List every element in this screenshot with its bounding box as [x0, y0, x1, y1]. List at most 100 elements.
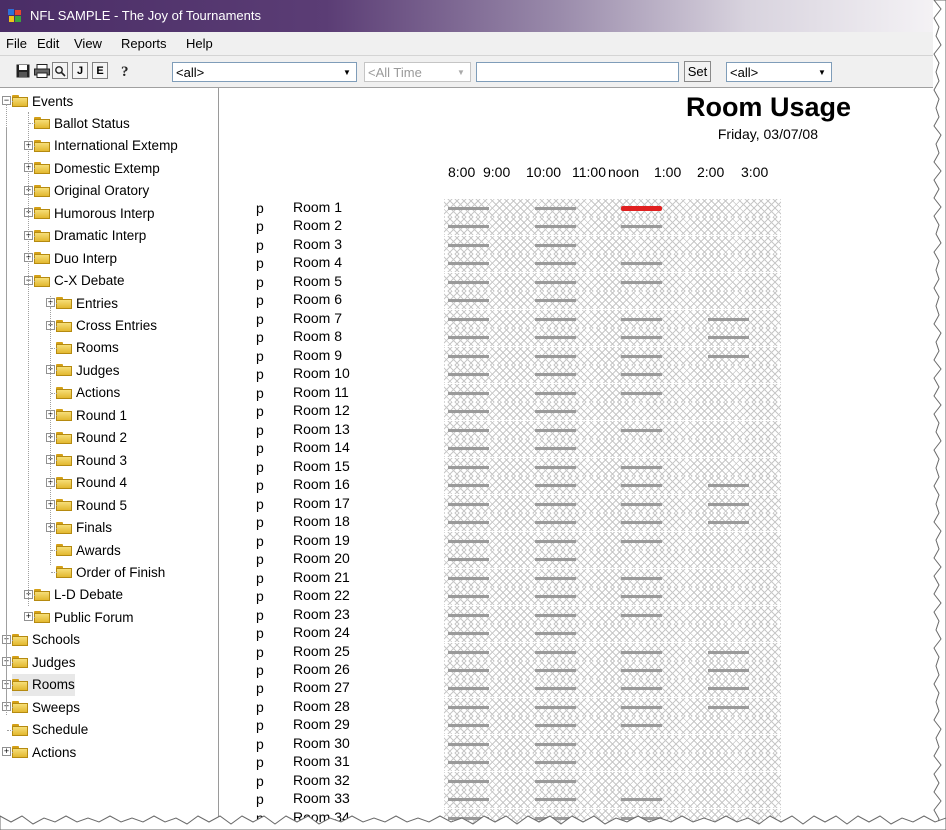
room-row[interactable]: p Room 16: [219, 476, 933, 495]
room-row[interactable]: p Room 14: [219, 439, 933, 458]
room-row[interactable]: p Room 10: [219, 365, 933, 384]
tree-item[interactable]: Schools: [12, 629, 80, 651]
time-filter-select[interactable]: <All Time ▼: [364, 62, 471, 82]
tree-item[interactable]: Public Forum: [34, 606, 134, 628]
room-flag: p: [256, 495, 264, 512]
folder-icon: [56, 521, 72, 534]
room-row[interactable]: p Room 15: [219, 457, 933, 476]
room-row[interactable]: p Room 34: [219, 808, 933, 827]
tree-item[interactable]: Entries: [56, 292, 118, 314]
tree-item[interactable]: Awards: [56, 539, 121, 561]
tree-item[interactable]: Cross Entries: [56, 315, 157, 337]
tree-item[interactable]: L-D Debate: [34, 584, 123, 606]
tree-item[interactable]: Round 5: [56, 494, 127, 516]
usage-bar: [448, 595, 490, 599]
room-row[interactable]: p Room 3: [219, 235, 933, 254]
tree-item[interactable]: Actions: [56, 382, 120, 404]
tree-item[interactable]: Events: [12, 90, 73, 112]
expand-icon[interactable]: +: [2, 747, 11, 757]
tree-item[interactable]: Round 3: [56, 449, 127, 471]
menu-edit[interactable]: Edit: [37, 36, 59, 51]
tree-item[interactable]: Original Oratory: [34, 180, 149, 202]
second-filter-select[interactable]: <all> ▼: [726, 62, 832, 82]
tree-item[interactable]: International Extemp: [34, 135, 178, 157]
room-row[interactable]: p Room 11: [219, 383, 933, 402]
room-row[interactable]: p Room 27: [219, 679, 933, 698]
room-row[interactable]: p Room 29: [219, 716, 933, 735]
room-row[interactable]: p Room 25: [219, 642, 933, 661]
tree-item[interactable]: Duo Interp: [34, 247, 117, 269]
room-row[interactable]: p Room 22: [219, 587, 933, 606]
menu-view[interactable]: View: [74, 36, 102, 51]
room-row[interactable]: p Room 30: [219, 734, 933, 753]
room-row[interactable]: p Room 23: [219, 605, 933, 624]
room-row[interactable]: p Room 20: [219, 550, 933, 569]
search-input[interactable]: [476, 62, 679, 82]
room-row[interactable]: p Room 5: [219, 272, 933, 291]
help-icon[interactable]: ?: [117, 62, 133, 79]
title-bar[interactable]: NFL SAMPLE - The Joy of Tournaments: [0, 0, 933, 32]
tree-item[interactable]: Sweeps: [12, 696, 80, 718]
room-row[interactable]: p Room 31: [219, 753, 933, 772]
room-row[interactable]: p Room 32: [219, 771, 933, 790]
tree-item[interactable]: C-X Debate: [34, 270, 125, 292]
availability-band: [444, 734, 781, 753]
menu-reports[interactable]: Reports: [121, 36, 167, 51]
room-row[interactable]: p Room 12: [219, 402, 933, 421]
tree-item[interactable]: Finals: [56, 517, 112, 539]
room-row[interactable]: p Room 6: [219, 291, 933, 310]
tree-item[interactable]: Round 1: [56, 404, 127, 426]
room-row[interactable]: p Room 1: [219, 199, 933, 217]
room-row[interactable]: p Room 33: [219, 790, 933, 809]
print-icon[interactable]: [34, 62, 50, 79]
tree-item[interactable]: Actions: [12, 741, 76, 763]
time-label: noon: [608, 164, 640, 180]
chevron-down-icon[interactable]: ▼: [454, 66, 468, 79]
availability-band: [444, 531, 781, 550]
tree-item[interactable]: Round 4: [56, 472, 127, 494]
tree-item[interactable]: Rooms: [12, 673, 75, 696]
save-icon[interactable]: [15, 62, 31, 79]
room-row[interactable]: p Room 9: [219, 346, 933, 365]
set-button[interactable]: Set: [684, 61, 711, 82]
room-row[interactable]: p Room 2: [219, 217, 933, 236]
tree-item[interactable]: Humorous Interp: [34, 202, 155, 224]
room-row[interactable]: p Room 24: [219, 624, 933, 643]
j-button[interactable]: J: [72, 62, 88, 79]
room-row[interactable]: p Room 26: [219, 661, 933, 679]
room-row[interactable]: p Room 13: [219, 420, 933, 439]
tree-item[interactable]: Judges: [12, 651, 76, 673]
expand-icon[interactable]: +: [24, 612, 33, 622]
tree-item[interactable]: Rooms: [56, 337, 119, 359]
room-row[interactable]: p Room 7: [219, 309, 933, 328]
chevron-down-icon[interactable]: ▼: [815, 66, 829, 79]
tree-item[interactable]: Ballot Status: [34, 112, 130, 134]
preview-icon[interactable]: [52, 62, 68, 79]
e-button[interactable]: E: [92, 62, 108, 79]
tree-item[interactable]: Judges: [56, 359, 120, 381]
room-row[interactable]: p Room 28: [219, 697, 933, 716]
tree-item[interactable]: Domestic Extemp: [34, 157, 160, 179]
usage-bar: [534, 613, 576, 617]
room-flag: p: [256, 384, 264, 401]
menu-bar: File Edit View Reports Help: [0, 32, 933, 56]
tree-item[interactable]: Round 2: [56, 427, 127, 449]
event-filter-select[interactable]: <all> ▼: [172, 62, 357, 82]
folder-icon: [56, 409, 72, 422]
room-row[interactable]: p Room 19: [219, 531, 933, 550]
tree-item[interactable]: Schedule: [12, 719, 88, 741]
chevron-down-icon[interactable]: ▼: [340, 66, 354, 79]
tree-item[interactable]: Dramatic Interp: [34, 225, 146, 247]
usage-bar: [621, 816, 663, 820]
room-row[interactable]: p Room 18: [219, 513, 933, 532]
room-row[interactable]: p Room 4: [219, 254, 933, 273]
navigation-tree[interactable]: Events − Ballot Status International Extemp…: [0, 88, 219, 830]
availability-band: [444, 439, 781, 458]
menu-file[interactable]: File: [6, 36, 27, 51]
usage-bar: [448, 410, 490, 414]
tree-item[interactable]: Order of Finish: [56, 561, 165, 583]
room-row[interactable]: p Room 17: [219, 494, 933, 513]
room-row[interactable]: p Room 8: [219, 328, 933, 347]
room-row[interactable]: p Room 21: [219, 568, 933, 587]
menu-help[interactable]: Help: [186, 36, 213, 51]
